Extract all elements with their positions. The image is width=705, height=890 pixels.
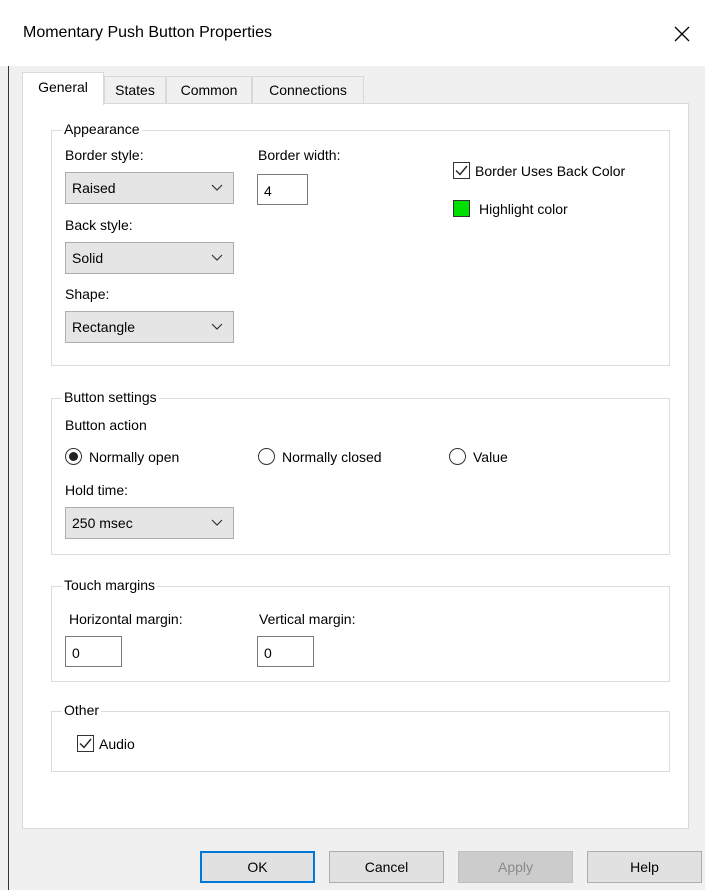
general-tab-panel: Appearance Border style: Raised Border w…: [22, 103, 689, 829]
vertical-margin-field[interactable]: 0: [257, 636, 314, 667]
value-radio[interactable]: [449, 448, 466, 465]
shape-combo[interactable]: Rectangle: [65, 311, 234, 343]
hold-time-label: Hold time:: [65, 482, 129, 498]
close-icon: [674, 26, 690, 42]
back-style-value: Solid: [72, 250, 104, 266]
border-style-combo[interactable]: Raised: [65, 172, 234, 204]
horizontal-margin-value: 0: [72, 645, 80, 661]
touch-margins-group-title: Touch margins: [62, 577, 158, 593]
apply-button[interactable]: Apply: [458, 851, 573, 883]
button-action-label: Button action: [65, 417, 147, 433]
other-group-title: Other: [62, 702, 102, 718]
checkmark-icon: [455, 165, 468, 176]
chevron-down-icon: [211, 254, 223, 261]
touch-margins-group: [51, 586, 670, 682]
window-edge: [8, 66, 9, 890]
horizontal-margin-label: Horizontal margin:: [69, 611, 183, 627]
shape-label: Shape:: [65, 286, 110, 302]
ok-button[interactable]: OK: [200, 851, 315, 883]
normally-closed-radio[interactable]: [258, 448, 275, 465]
border-uses-back-color-label: Border Uses Back Color: [475, 163, 626, 179]
value-label: Value: [473, 449, 508, 465]
vertical-margin-value: 0: [264, 645, 272, 661]
back-style-combo[interactable]: Solid: [65, 242, 234, 274]
shape-value: Rectangle: [72, 319, 136, 335]
checkmark-icon: [79, 738, 92, 749]
normally-open-radio[interactable]: [65, 448, 82, 465]
hold-time-value: 250 msec: [72, 515, 133, 531]
normally-open-label: Normally open: [89, 449, 180, 465]
properties-dialog: Momentary Push Button Properties General…: [0, 0, 705, 890]
border-width-label: Border width:: [258, 147, 341, 163]
border-width-value: 4: [264, 183, 272, 199]
border-style-label: Border style:: [65, 147, 144, 163]
tab-general[interactable]: General: [22, 72, 104, 105]
hold-time-combo[interactable]: 250 msec: [65, 507, 234, 539]
tab-states[interactable]: States: [104, 76, 166, 104]
appearance-group-title: Appearance: [62, 121, 142, 137]
border-uses-back-color-checkbox[interactable]: [453, 162, 470, 179]
audio-label: Audio: [99, 736, 135, 752]
highlight-color-label: Highlight color: [479, 201, 568, 217]
help-button[interactable]: Help: [587, 851, 702, 883]
button-settings-group-title: Button settings: [62, 389, 159, 405]
border-style-value: Raised: [72, 180, 116, 196]
close-button[interactable]: [659, 14, 705, 54]
other-group: [51, 711, 670, 772]
audio-checkbox[interactable]: [77, 735, 94, 752]
radio-selected-dot: [69, 452, 78, 461]
chevron-down-icon: [211, 323, 223, 330]
tab-connections[interactable]: Connections: [252, 76, 364, 104]
horizontal-margin-field[interactable]: 0: [65, 636, 122, 667]
cancel-button[interactable]: Cancel: [329, 851, 444, 883]
chevron-down-icon: [211, 519, 223, 526]
back-style-label: Back style:: [65, 217, 133, 233]
normally-closed-label: Normally closed: [282, 449, 382, 465]
highlight-color-swatch[interactable]: [453, 200, 470, 217]
chevron-down-icon: [211, 184, 223, 191]
tab-common[interactable]: Common: [166, 76, 252, 104]
border-width-field[interactable]: 4: [257, 174, 308, 205]
vertical-margin-label: Vertical margin:: [259, 611, 356, 627]
window-title: Momentary Push Button Properties: [23, 24, 273, 41]
title-bar: Momentary Push Button Properties: [0, 0, 705, 66]
